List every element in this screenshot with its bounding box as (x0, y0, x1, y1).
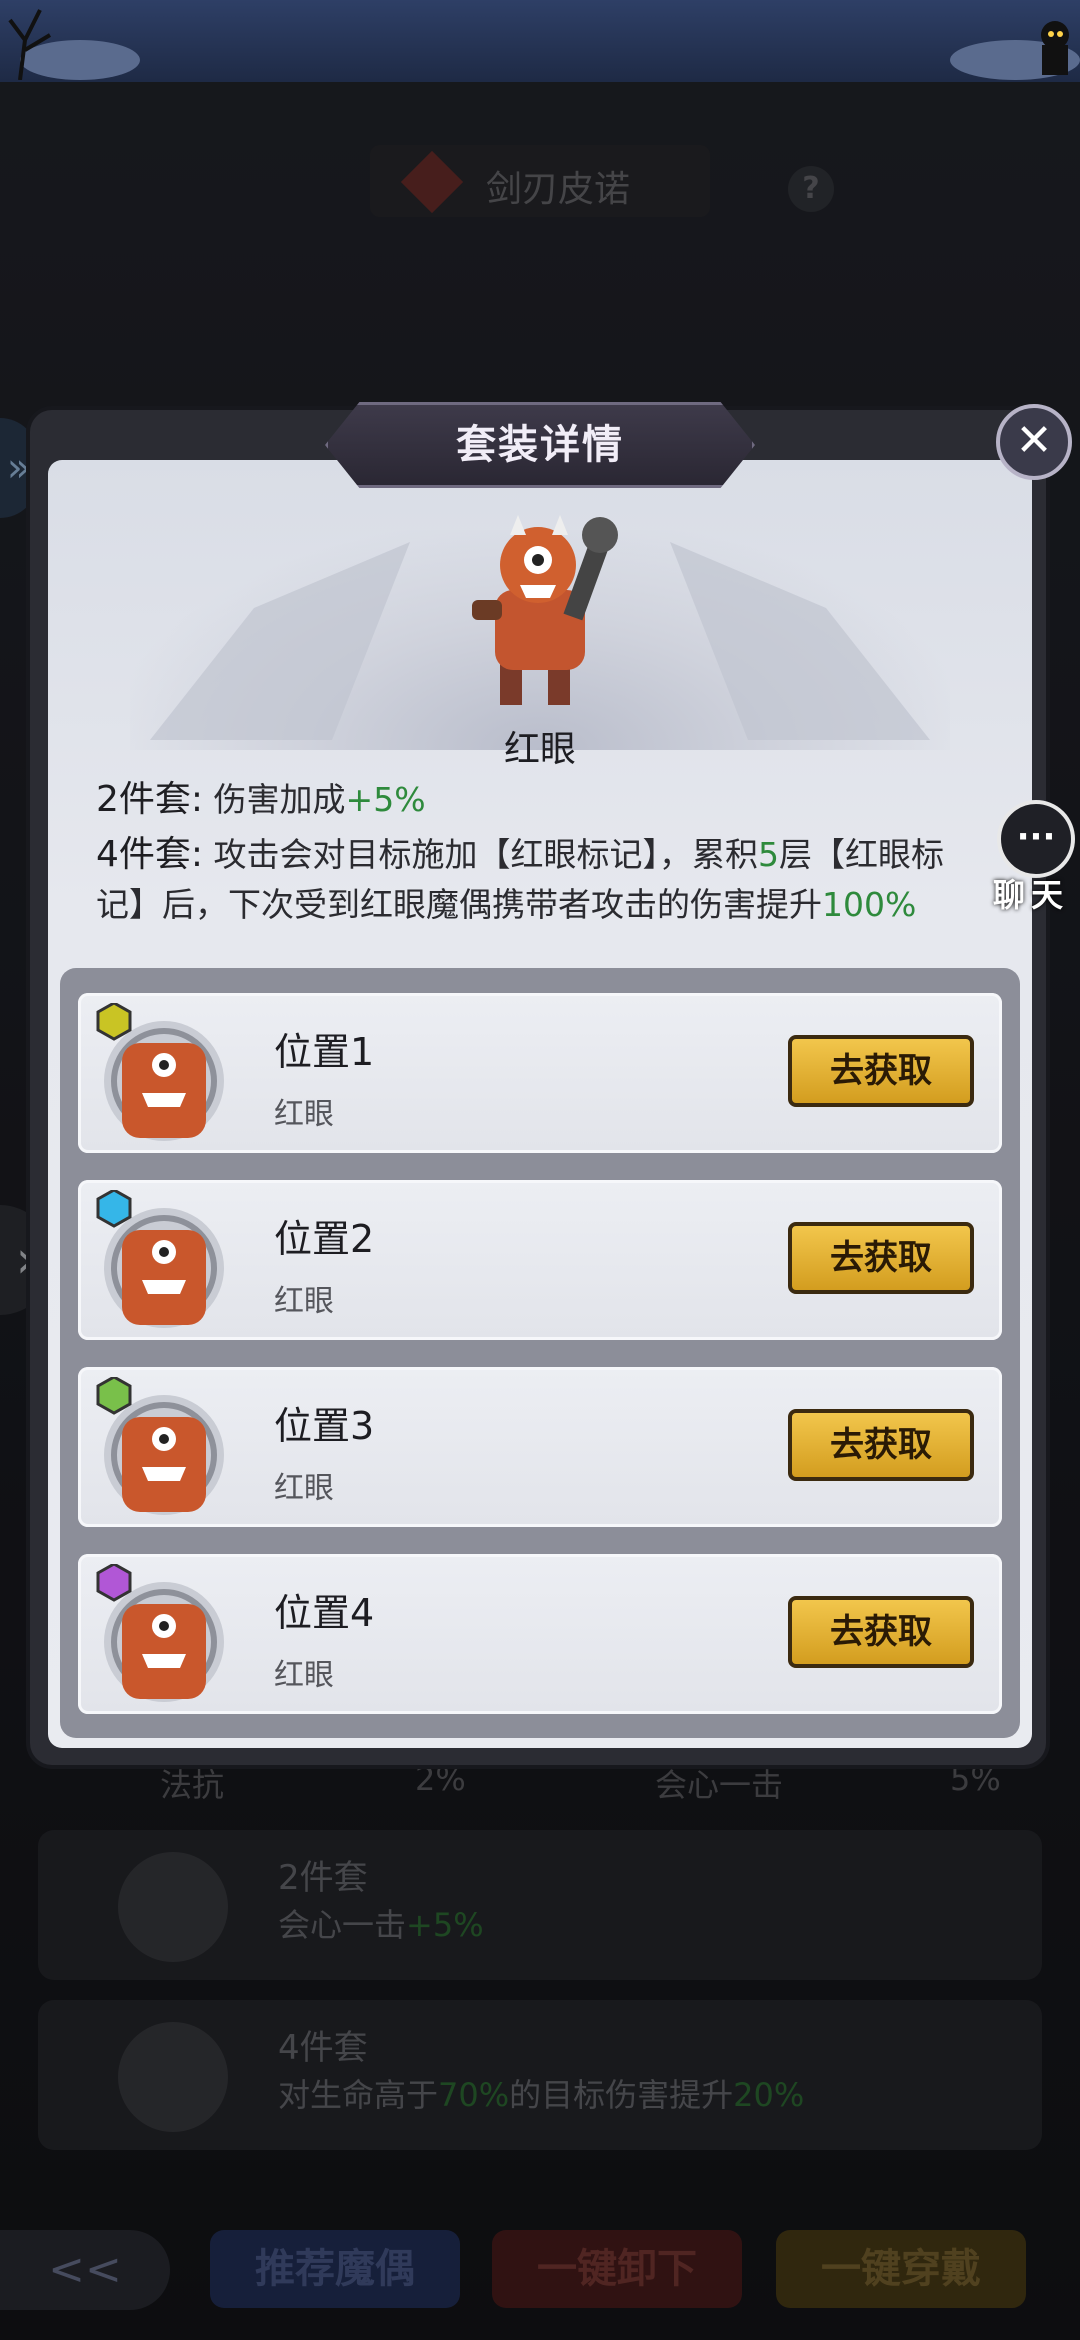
slot-title: 位置4 (274, 1591, 375, 1635)
slot-row: 位置2 红眼 去获取 (78, 1180, 1002, 1340)
bonus-count: 5 (758, 835, 780, 874)
get-button[interactable]: 去获取 (788, 1596, 974, 1668)
get-button[interactable]: 去获取 (788, 1409, 974, 1481)
slot-set-name: 红眼 (274, 1658, 334, 1693)
slot-title: 位置3 (274, 1404, 375, 1448)
slot-row: 位置1 红眼 去获取 (78, 993, 1002, 1153)
slot-row: 位置3 红眼 去获取 (78, 1367, 1002, 1527)
slot-set-name: 红眼 (274, 1284, 334, 1319)
chat-button[interactable]: ··· 聊天 (985, 800, 1080, 914)
slot-set-name: 红眼 (274, 1471, 334, 1506)
bonus-label: 2件套: (96, 779, 204, 820)
chat-bubble-icon: ··· (997, 800, 1075, 878)
modal-title: 套装详情 (456, 421, 624, 468)
gem-icon (96, 1190, 132, 1228)
get-button[interactable]: 去获取 (788, 1222, 974, 1294)
set-bonus-2: 2件套: 伤害加成+5% (96, 775, 976, 825)
cat-icon (1041, 21, 1069, 75)
bonus-text: 攻击会对目标施加【红眼标记】，累积 (213, 835, 759, 874)
gem-icon (96, 1003, 132, 1041)
tree-icon (8, 9, 52, 80)
close-icon[interactable]: ✕ (996, 404, 1072, 480)
monster-avatar-icon (96, 1564, 224, 1702)
top-sky (0, 0, 1080, 82)
slot-title: 位置1 (274, 1030, 375, 1074)
bonus-label: 4件套: (96, 834, 204, 875)
gem-icon (96, 1564, 132, 1602)
slot-title: 位置2 (274, 1217, 375, 1261)
bonus-value: 100% (822, 885, 917, 924)
red-eye-monster-icon (472, 515, 618, 705)
gem-icon (96, 1377, 132, 1415)
slot-row: 位置4 红眼 去获取 (78, 1554, 1002, 1714)
bonus-value: +5% (345, 780, 426, 819)
get-button[interactable]: 去获取 (788, 1035, 974, 1107)
set-bonus-4: 4件套: 攻击会对目标施加【红眼标记】，累积5层【红眼标记】后，下次受到红眼魔偶… (96, 830, 976, 930)
bonus-text: 伤害加成 (213, 780, 346, 819)
monster-avatar-icon (96, 1377, 224, 1515)
monster-avatar-icon (96, 1003, 224, 1141)
chat-label: 聊天 (993, 876, 1070, 914)
slot-set-name: 红眼 (274, 1097, 334, 1132)
set-name: 红眼 (503, 729, 576, 770)
monster-avatar-icon (96, 1190, 224, 1328)
